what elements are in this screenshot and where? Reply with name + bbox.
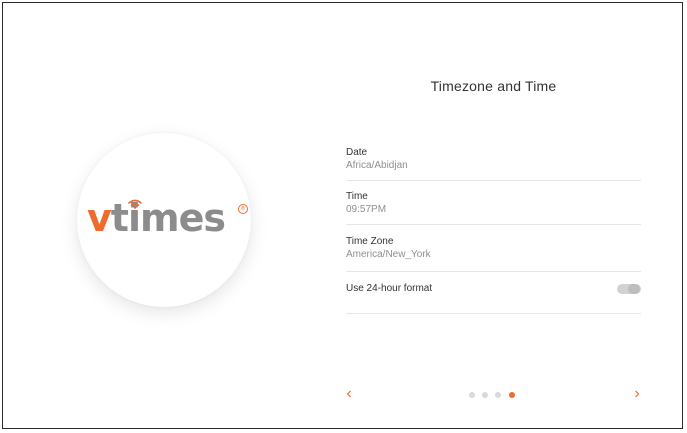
- timezone-value: America/New_York: [346, 249, 431, 260]
- 24-hour-format-label: Use 24-hour format: [346, 283, 433, 294]
- logo-badge: vtimes ®: [77, 133, 251, 307]
- time-value: 09:57PM: [346, 204, 387, 215]
- wifi-icon: [128, 199, 142, 209]
- page-dot-2: [482, 392, 488, 398]
- window-frame: vtimes ® Timezone and Time Date Africa/A…: [2, 2, 683, 429]
- page-title: Timezone and Time: [430, 78, 557, 94]
- 24-hour-format-row: Use 24-hour format: [346, 278, 641, 314]
- page-dot-3: [495, 392, 501, 398]
- date-value: Africa/Abidjan: [346, 160, 408, 171]
- logo-letter-v: v: [87, 196, 112, 240]
- chevron-right-icon[interactable]: ›: [629, 385, 645, 403]
- time-setting-row[interactable]: Time 09:57PM: [346, 187, 641, 225]
- logo-wordmark: vtimes: [87, 193, 226, 243]
- vtimes-logo: vtimes ®: [87, 193, 248, 243]
- chevron-left-icon[interactable]: ‹: [341, 385, 357, 403]
- time-label: Time: [346, 191, 368, 202]
- 24-hour-format-toggle[interactable]: [617, 284, 641, 294]
- date-setting-row[interactable]: Date Africa/Abidjan: [346, 143, 641, 181]
- date-label: Date: [346, 147, 368, 158]
- page-dot-1: [469, 392, 475, 398]
- registered-mark-icon: ®: [238, 204, 248, 214]
- timezone-setting-row[interactable]: Time Zone America/New_York: [346, 232, 641, 272]
- page-dot-4: [509, 392, 515, 398]
- toggle-knob: [628, 284, 640, 294]
- timezone-label: Time Zone: [346, 236, 394, 247]
